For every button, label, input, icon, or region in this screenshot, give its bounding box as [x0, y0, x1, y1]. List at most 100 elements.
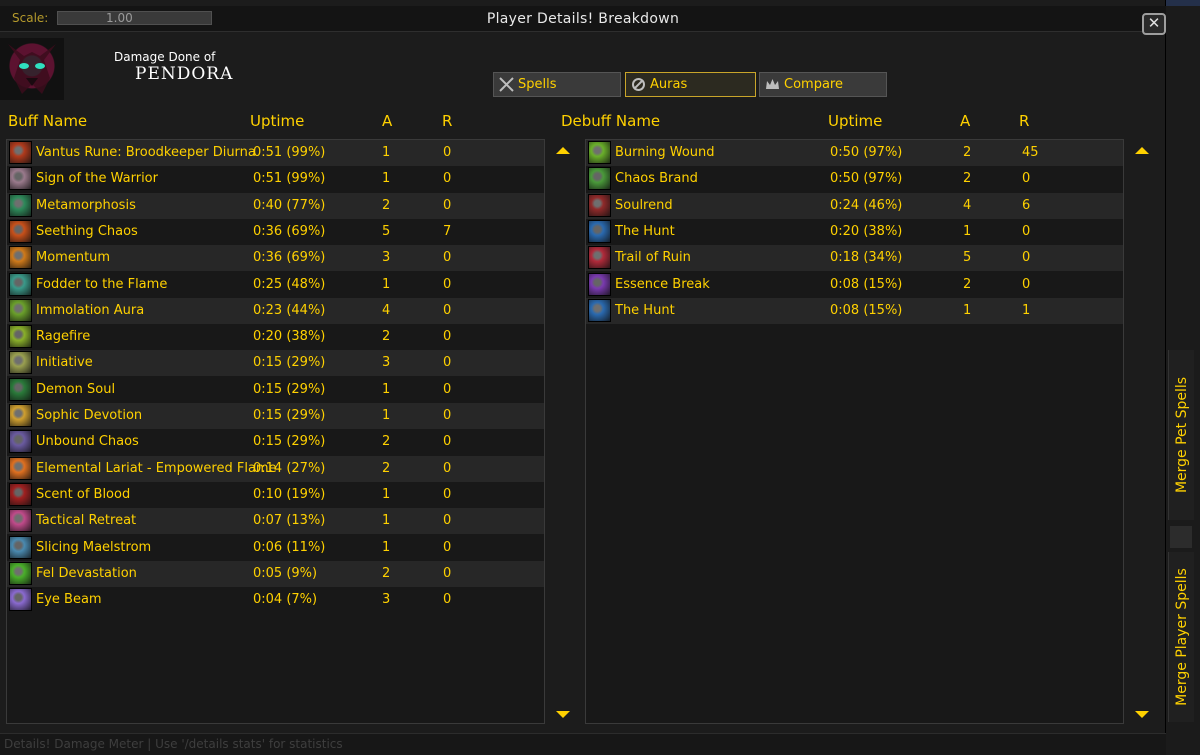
spell-icon	[588, 219, 611, 243]
uptime-value: 0:20 (38%)	[253, 329, 326, 345]
merge-player-spells-label: Merge Player Spells	[1173, 568, 1190, 706]
buff-row[interactable]: Seething Chaos 0:36 (69%) 5 7	[7, 219, 544, 245]
buff-row[interactable]: Elemental Lariat - Empowered Flame 0:14 (…	[7, 455, 544, 482]
debuff-row[interactable]: The Hunt 0:08 (15%) 1 1	[586, 297, 1123, 324]
refreshes-value: 0	[443, 381, 452, 397]
debuff-scroll-down-icon[interactable]	[1135, 711, 1149, 718]
tab-spells[interactable]: Spells	[493, 72, 621, 97]
uptime-value: 0:15 (29%)	[253, 381, 326, 397]
debuff-row[interactable]: Soulrend 0:24 (46%) 4 6	[586, 192, 1123, 219]
buff-a-header[interactable]: A	[382, 112, 392, 130]
applications-value: 1	[382, 408, 391, 423]
debuff-row[interactable]: The Hunt 0:20 (38%) 1 0	[586, 219, 1123, 245]
applications-value: 1	[382, 486, 391, 502]
spell-icon	[588, 167, 611, 191]
buff-row[interactable]: Metamorphosis 0:40 (77%) 2 0	[7, 192, 544, 219]
buff-name-header[interactable]: Buff Name	[8, 112, 87, 130]
uptime-value: 0:05 (9%)	[253, 565, 318, 581]
debuff-uptime-header[interactable]: Uptime	[828, 112, 882, 130]
spell-name: Essence Break	[615, 276, 710, 292]
spell-icon	[9, 588, 32, 612]
debuff-a-header[interactable]: A	[960, 112, 970, 130]
merge-player-spells-button[interactable]: Merge Player Spells	[1168, 552, 1194, 722]
spell-icon	[9, 509, 32, 533]
spell-name: Initiative	[36, 355, 93, 371]
buff-scroll-down-icon[interactable]	[556, 711, 570, 718]
spell-name: Sophic Devotion	[36, 408, 143, 423]
tab-auras[interactable]: Auras	[625, 72, 756, 97]
refreshes-value: 0	[1022, 171, 1031, 187]
refreshes-value: 0	[443, 592, 452, 608]
refreshes-value: 0	[443, 171, 452, 187]
spell-name: Fodder to the Flame	[36, 276, 168, 292]
buff-list[interactable]: Vantus Rune: Broodkeeper Diurna 0:51 (99%…	[6, 139, 545, 724]
uptime-value: 0:08 (15%)	[830, 302, 903, 318]
spell-icon	[9, 298, 32, 322]
buff-row[interactable]: Fel Devastation 0:05 (9%) 2 0	[7, 560, 544, 587]
applications-value: 1	[963, 223, 972, 239]
buff-row[interactable]: Tactical Retreat 0:07 (13%) 1 0	[7, 508, 544, 535]
applications-value: 3	[382, 592, 391, 608]
tab-compare[interactable]: Compare	[759, 72, 887, 97]
uptime-value: 0:07 (13%)	[253, 513, 326, 529]
refreshes-value: 7	[443, 223, 452, 239]
crown-icon	[766, 79, 779, 89]
spell-name: Elemental Lariat - Empowered Flame	[36, 460, 277, 476]
buff-row[interactable]: Ragefire 0:20 (38%) 2 0	[7, 324, 544, 350]
applications-value: 4	[963, 197, 972, 213]
refreshes-value: 1	[1022, 302, 1031, 318]
buff-scroll-up-icon[interactable]	[556, 147, 570, 154]
applications-value: 2	[382, 565, 391, 581]
uptime-value: 0:18 (34%)	[830, 250, 903, 266]
close-button[interactable]: ✕	[1142, 13, 1166, 35]
buff-row[interactable]: Initiative 0:15 (29%) 3 0	[7, 350, 544, 377]
refreshes-value: 0	[443, 434, 452, 450]
debuff-row[interactable]: Trail of Ruin 0:18 (34%) 5 0	[586, 245, 1123, 272]
debuff-row[interactable]: Essence Break 0:08 (15%) 2 0	[586, 272, 1123, 298]
debuff-row[interactable]: Chaos Brand 0:50 (97%) 2 0	[586, 166, 1123, 192]
applications-value: 1	[382, 276, 391, 292]
spell-icon	[588, 141, 611, 164]
buff-row[interactable]: Slicing Maelstrom 0:06 (11%) 1 0	[7, 535, 544, 561]
debuff-list[interactable]: Burning Wound 0:50 (97%) 2 45 Chaos Brand 0:5…	[585, 139, 1124, 724]
refreshes-value: 0	[443, 302, 452, 318]
buff-row[interactable]: Fodder to the Flame 0:25 (48%) 1 0	[7, 272, 544, 298]
spell-icon	[9, 193, 32, 217]
buff-row[interactable]: Demon Soul 0:15 (29%) 1 0	[7, 377, 544, 403]
refreshes-value: 0	[443, 539, 452, 555]
spell-icon	[588, 272, 611, 296]
spell-name: Chaos Brand	[615, 171, 698, 187]
debuff-r-header[interactable]: R	[1019, 112, 1029, 130]
spell-name: Scent of Blood	[36, 486, 131, 502]
buff-r-header[interactable]: R	[442, 112, 452, 130]
buff-row[interactable]: Momentum 0:36 (69%) 3 0	[7, 245, 544, 272]
debuff-scroll-up-icon[interactable]	[1135, 147, 1149, 154]
applications-value: 5	[963, 250, 972, 266]
spell-name: Ragefire	[36, 329, 91, 345]
buff-row[interactable]: Unbound Chaos 0:15 (29%) 2 0	[7, 429, 544, 455]
spell-name: Eye Beam	[36, 592, 102, 608]
aura-icon	[632, 78, 645, 91]
refreshes-value: 0	[443, 250, 452, 266]
buff-row[interactable]: Immolation Aura 0:23 (44%) 4 0	[7, 297, 544, 324]
refreshes-value: 0	[443, 486, 452, 502]
buff-row[interactable]: Sophic Devotion 0:15 (29%) 1 0	[7, 403, 544, 429]
buff-uptime-header[interactable]: Uptime	[250, 112, 304, 130]
buff-row[interactable]: Eye Beam 0:04 (7%) 3 0	[7, 587, 544, 613]
buff-row[interactable]: Sign of the Warrior 0:51 (99%) 1 0	[7, 166, 544, 192]
spell-name: Trail of Ruin	[615, 250, 691, 266]
buff-row[interactable]: Vantus Rune: Broodkeeper Diurna 0:51 (99%…	[7, 140, 544, 166]
merge-pet-spells-button[interactable]: Merge Pet Spells	[1168, 350, 1194, 520]
spell-name: Tactical Retreat	[36, 513, 137, 529]
buff-row[interactable]: Scent of Blood 0:10 (19%) 1 0	[7, 482, 544, 508]
spell-name: Burning Wound	[615, 145, 715, 160]
swords-icon	[499, 77, 514, 92]
title-bar[interactable]: Scale: 1.00 Player Details! Breakdown ✕	[0, 6, 1166, 35]
debuff-row[interactable]: Burning Wound 0:50 (97%) 2 45	[586, 140, 1123, 166]
debuff-name-header[interactable]: Debuff Name	[561, 112, 660, 130]
breakdown-window: Scale: 1.00 Player Details! Breakdown ✕ …	[0, 0, 1166, 755]
refreshes-value: 0	[1022, 250, 1031, 266]
side-divider	[1170, 526, 1192, 548]
uptime-value: 0:14 (27%)	[253, 460, 326, 476]
refreshes-value: 45	[1022, 145, 1039, 160]
